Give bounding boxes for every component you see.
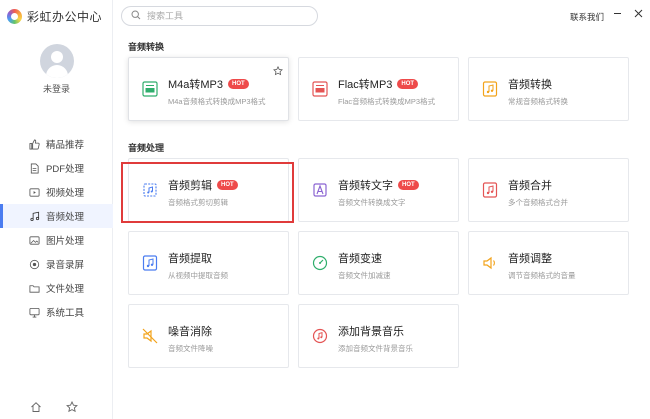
card-title: 音频转换 bbox=[508, 79, 552, 91]
volume-icon bbox=[481, 254, 499, 272]
tool-card-audio-speed[interactable]: 音频变速 音频文件加减速 bbox=[298, 231, 459, 295]
card-title: 音频剪辑 bbox=[168, 180, 212, 192]
card-description: 音频文件转换成文字 bbox=[338, 198, 406, 207]
close-button[interactable] bbox=[633, 8, 643, 18]
audio-to-text-icon bbox=[311, 181, 329, 199]
tool-card-add-bgm[interactable]: 添加背景音乐 添加音频文件背景音乐 bbox=[298, 304, 459, 368]
card-description: 从视频中提取音频 bbox=[168, 271, 228, 280]
login-status[interactable]: 未登录 bbox=[0, 82, 113, 95]
favorite-star-icon[interactable] bbox=[273, 63, 283, 76]
card-description: 调节音频格式的音量 bbox=[508, 271, 576, 280]
card-title: 音频转文字 bbox=[338, 180, 393, 192]
speed-dial-icon bbox=[311, 254, 329, 272]
card-description: 音频文件加减速 bbox=[338, 271, 391, 280]
pdf-file-icon bbox=[29, 163, 40, 174]
card-title: Flac转MP3 bbox=[338, 79, 393, 91]
record-icon bbox=[29, 259, 40, 270]
hot-badge: HOT bbox=[228, 79, 249, 89]
audio-extract-icon bbox=[141, 254, 159, 272]
app-title: 彩虹办公中心 bbox=[27, 10, 103, 24]
minimize-icon bbox=[613, 12, 621, 14]
sidebar-item-files[interactable]: 文件处理 bbox=[0, 276, 113, 300]
tool-card-audio-cut[interactable]: 音频剪辑 HOT 音频格式剪切剪辑 bbox=[128, 158, 289, 222]
tool-card-audio-merge[interactable]: 音频合并 多个音频格式合并 bbox=[468, 158, 629, 222]
rainbow-logo-icon bbox=[7, 9, 22, 24]
sidebar-item-label: 文件处理 bbox=[46, 284, 85, 295]
image-icon bbox=[29, 235, 40, 246]
close-icon bbox=[634, 9, 642, 17]
sidebar-footer bbox=[30, 401, 78, 413]
card-description: 添加音频文件背景音乐 bbox=[338, 344, 413, 353]
flac-convert-icon bbox=[311, 80, 329, 98]
monitor-icon bbox=[29, 307, 40, 318]
sidebar-nav: 精品推荐 PDF处理 视频处理 音频处理 图片处理 录音录屏 文件处理 系统工具 bbox=[0, 132, 113, 324]
card-description: 常规音频格式转换 bbox=[508, 97, 568, 106]
search-icon bbox=[131, 7, 141, 25]
audio-cut-icon bbox=[141, 181, 159, 199]
sidebar-item-label: PDF处理 bbox=[46, 164, 85, 175]
card-title: 噪音消除 bbox=[168, 326, 212, 338]
card-title: 音频提取 bbox=[168, 253, 212, 265]
card-description: 音频格式剪切剪辑 bbox=[168, 198, 228, 207]
card-title: M4a转MP3 bbox=[168, 79, 224, 91]
tool-card-flac-to-mp3[interactable]: Flac转MP3 HOT Flac音频格式转换成MP3格式 bbox=[298, 57, 459, 121]
card-description: Flac音频格式转换成MP3格式 bbox=[338, 97, 436, 106]
avatar[interactable] bbox=[40, 44, 74, 78]
card-title: 音频调整 bbox=[508, 253, 552, 265]
tool-card-audio-adjust[interactable]: 音频调整 调节音频格式的音量 bbox=[468, 231, 629, 295]
thumbs-up-icon bbox=[29, 139, 40, 150]
tool-card-audio-extract[interactable]: 音频提取 从视频中提取音频 bbox=[128, 231, 289, 295]
card-title: 添加背景音乐 bbox=[338, 326, 404, 338]
home-icon[interactable] bbox=[30, 401, 42, 413]
sidebar-item-record[interactable]: 录音录屏 bbox=[0, 252, 113, 276]
star-icon[interactable] bbox=[66, 401, 78, 413]
sidebar-item-label: 图片处理 bbox=[46, 236, 85, 247]
card-title: 音频合并 bbox=[508, 180, 552, 192]
sidebar-item-recommend[interactable]: 精品推荐 bbox=[0, 132, 113, 156]
audio-file-icon bbox=[481, 80, 499, 98]
sidebar-item-video[interactable]: 视频处理 bbox=[0, 180, 113, 204]
music-note-icon bbox=[29, 211, 40, 222]
m4a-convert-icon bbox=[141, 80, 159, 98]
section-title-audio-process: 音频处理 bbox=[128, 143, 165, 153]
sidebar-item-label: 视频处理 bbox=[46, 188, 85, 199]
sidebar-item-image[interactable]: 图片处理 bbox=[0, 228, 113, 252]
section-title-audio-convert: 音频转换 bbox=[128, 42, 165, 52]
tool-card-noise-reduction[interactable]: 噪音消除 音频文件降噪 bbox=[128, 304, 289, 368]
tool-card-audio-convert[interactable]: 音频转换 常规音频格式转换 bbox=[468, 57, 629, 121]
minimize-button[interactable] bbox=[612, 8, 622, 18]
app-logo: 彩虹办公中心 bbox=[7, 8, 102, 25]
card-description: 音频文件降噪 bbox=[168, 344, 213, 353]
card-title: 音频变速 bbox=[338, 253, 382, 265]
hot-badge: HOT bbox=[217, 180, 238, 190]
audio-merge-icon bbox=[481, 181, 499, 199]
sidebar-item-audio[interactable]: 音频处理 bbox=[0, 204, 113, 228]
search-box[interactable] bbox=[121, 6, 318, 26]
search-input[interactable] bbox=[147, 11, 297, 21]
sidebar-item-system[interactable]: 系统工具 bbox=[0, 300, 113, 324]
sidebar-item-label: 音频处理 bbox=[46, 212, 85, 223]
tool-card-audio-to-text[interactable]: 音频转文字 HOT 音频文件转换成文字 bbox=[298, 158, 459, 222]
tool-card-m4a-to-mp3[interactable]: M4a转MP3 HOT M4a音频格式转换成MP3格式 bbox=[128, 57, 289, 121]
sidebar-item-label: 精品推荐 bbox=[46, 140, 85, 151]
sidebar-item-label: 录音录屏 bbox=[46, 260, 85, 271]
video-icon bbox=[29, 187, 40, 198]
contact-us-link[interactable]: 联系我们 bbox=[570, 11, 604, 23]
sidebar-item-label: 系统工具 bbox=[46, 308, 85, 319]
sidebar: 彩虹办公中心 未登录 精品推荐 PDF处理 视频处理 音频处理 图片处理 录音录… bbox=[0, 0, 113, 419]
hot-badge: HOT bbox=[397, 79, 419, 89]
noise-reduce-icon bbox=[141, 327, 159, 345]
bgm-icon bbox=[311, 327, 329, 345]
card-description: 多个音频格式合并 bbox=[508, 198, 568, 207]
hot-badge: HOT bbox=[398, 180, 419, 190]
folder-icon bbox=[29, 283, 40, 294]
card-description: M4a音频格式转换成MP3格式 bbox=[168, 97, 266, 106]
sidebar-item-pdf[interactable]: PDF处理 bbox=[0, 156, 113, 180]
